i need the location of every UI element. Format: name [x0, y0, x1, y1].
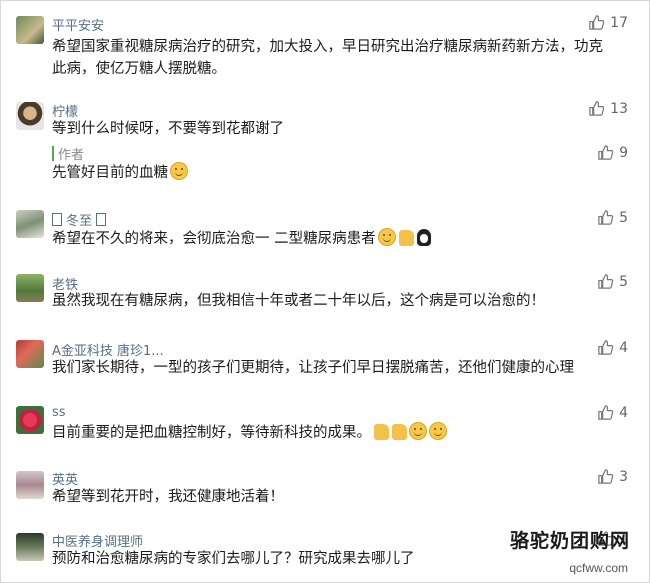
thumbs-up-icon — [597, 468, 614, 485]
reply-like-button[interactable]: 9 — [597, 144, 628, 161]
thumbs-up-emoji-icon — [374, 424, 389, 440]
like-count: 3 — [619, 468, 628, 485]
like-button[interactable]: 5 — [597, 209, 628, 226]
reply-text: 先管好目前的血糖 — [52, 162, 612, 184]
comment-item: 平平安安 17 希望国家重视糖尿病治疗的研究，加大投入，早日研究出治疗糖尿病新药… — [0, 10, 650, 90]
comment-text-content: 希望在不久的将来，会彻底治愈一 二型糖尿病患者 — [52, 231, 376, 247]
like-count: 5 — [619, 209, 628, 226]
avatar[interactable] — [16, 274, 44, 302]
site-watermark: 骆驼奶团购网 — [509, 530, 630, 552]
like-button[interactable]: 17 — [588, 14, 628, 31]
reply-marker — [52, 146, 54, 161]
commenter-name[interactable]: 冬至 — [52, 210, 107, 229]
comment-text: 希望国家重视糖尿病治疗的研究，加大投入，早日研究出治疗糖尿病新药新方法，功克此病… — [52, 39, 603, 77]
thumbs-up-icon — [597, 144, 614, 161]
like-count: 17 — [610, 14, 628, 31]
comment-item: 老铁 5 虽然我现在有糖尿病，但我相信十年或者二十年以后，这个病是可以治愈的！ — [0, 270, 650, 330]
like-count: 4 — [619, 404, 628, 421]
avatar[interactable] — [16, 471, 44, 499]
comment-item: 冬至 5 希望在不久的将来，会彻底治愈一 二型糖尿病患者 — [0, 206, 650, 266]
comment-text-content: 目前重要的是把血糖控制好，等待新科技的成果。 — [52, 425, 371, 441]
thumbs-up-icon — [588, 100, 605, 117]
laugh-emoji-icon — [409, 422, 427, 440]
comment-text: 等到什么时候呀，不要等到花都谢了 — [52, 121, 284, 137]
thumbs-up-icon — [597, 209, 614, 226]
unknown-glyph-icon — [96, 213, 107, 226]
avatar[interactable] — [16, 340, 44, 368]
site-watermark-url: qcfww.com — [569, 561, 628, 575]
like-button[interactable]: 4 — [597, 404, 628, 421]
thumbs-up-icon — [597, 339, 614, 356]
comment-text: 虽然我现在有糖尿病，但我相信十年或者二十年以后，这个病是可以治愈的！ — [52, 293, 545, 309]
comment-text: 预防和治愈糖尿病的专家们去哪儿了？研究成果去哪儿了 — [52, 551, 415, 567]
like-button[interactable]: 13 — [588, 100, 628, 117]
reply-text-content: 先管好目前的血糖 — [52, 165, 168, 181]
like-count: 4 — [619, 339, 628, 356]
penguin-emoji-icon — [416, 229, 431, 246]
avatar[interactable] — [16, 210, 44, 238]
like-button[interactable]: 3 — [597, 468, 628, 485]
comment-item: 柠檬 13 等到什么时候呀，不要等到花都谢了 作者 9 先管好目前的血糖 — [0, 96, 650, 190]
avatar[interactable] — [16, 533, 44, 561]
like-count: 5 — [619, 273, 628, 290]
comment-item: A金亚科技 唐珍1... 4 我们家长期待，一型的孩子们更期待，让孩子们早日摆脱… — [0, 336, 650, 396]
comment-item: 英英 3 希望等到花开时，我还健康地活着！ — [0, 466, 650, 526]
like-button[interactable]: 4 — [597, 339, 628, 356]
reply-author: 作者 — [58, 148, 85, 163]
avatar[interactable] — [16, 102, 44, 130]
comment-item: ss 4 目前重要的是把血糖控制好，等待新科技的成果。 — [0, 401, 650, 461]
commenter-name[interactable]: 平平安安 — [52, 15, 104, 34]
thumbs-up-emoji-icon — [398, 230, 414, 246]
laugh-emoji-icon — [429, 422, 447, 440]
commenter-name-text: 冬至 — [62, 214, 97, 229]
avatar[interactable] — [16, 406, 44, 434]
thumbs-up-icon — [597, 273, 614, 290]
avatar[interactable] — [16, 16, 44, 44]
comment-text: 目前重要的是把血糖控制好，等待新科技的成果。 — [52, 422, 612, 444]
comment-text: 希望等到花开时，我还健康地活着！ — [52, 489, 284, 505]
like-button[interactable]: 5 — [597, 273, 628, 290]
smile-emoji-icon — [377, 228, 396, 246]
like-count: 13 — [610, 100, 628, 117]
commenter-name[interactable]: ss — [52, 405, 66, 420]
thumbs-up-icon — [597, 404, 614, 421]
smile-emoji-icon — [170, 162, 188, 180]
comment-text: 我们家长期待，一型的孩子们更期待，让孩子们早日摆脱痛苦，还他们健康的心理 — [52, 360, 574, 376]
thumbs-up-emoji-icon — [392, 424, 407, 440]
thumbs-up-icon — [588, 14, 605, 31]
comment-text: 希望在不久的将来，会彻底治愈一 二型糖尿病患者 — [52, 228, 612, 250]
unknown-glyph-icon — [52, 213, 62, 226]
like-count: 9 — [619, 144, 628, 161]
